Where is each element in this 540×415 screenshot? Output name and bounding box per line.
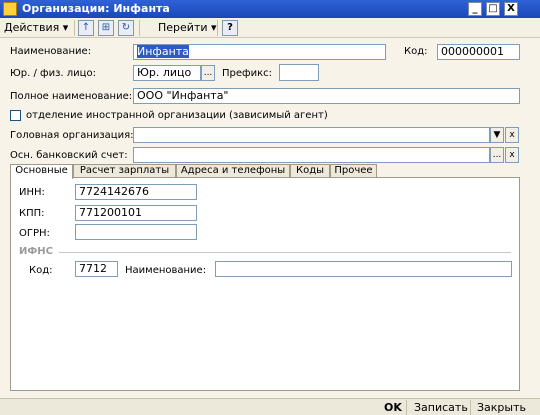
toolbar-divider (74, 20, 75, 36)
fullname-label: Полное наименование: (10, 91, 133, 102)
tab-addresses[interactable]: Адреса и телефоны (176, 164, 290, 178)
actions-menu[interactable]: Действия ▾ (4, 20, 68, 36)
close-window-button[interactable]: X (504, 2, 518, 16)
inn-label: ИНН: (19, 187, 45, 198)
entity-input[interactable]: Юр. лицо (133, 65, 201, 81)
close-button[interactable]: Закрыть (477, 400, 526, 415)
kpp-input[interactable]: 771200101 (75, 205, 197, 221)
ifns-code-input[interactable]: 7712 (75, 261, 118, 277)
kpp-label: КПП: (19, 208, 45, 219)
help-icon[interactable]: ? (222, 20, 238, 36)
toolbar-divider (139, 20, 140, 36)
code-input[interactable]: 000000001 (437, 44, 520, 60)
foreign-label: отделение иностранной организации (завис… (26, 110, 328, 121)
chevron-down-icon: ▾ (62, 21, 69, 34)
code-label: Код: (404, 46, 428, 57)
save-button[interactable]: Записать (414, 400, 468, 415)
goto-label: Перейти (158, 21, 208, 34)
refresh-icon[interactable]: ↻ (118, 20, 134, 36)
minimize-button[interactable]: _ (468, 2, 482, 16)
clear-icon[interactable]: x (505, 127, 519, 143)
name-input[interactable]: Инфанта (133, 44, 386, 60)
tab-strip: Основные Расчет зарплаты Адреса и телефо… (10, 164, 520, 179)
actions-label: Действия (4, 21, 60, 34)
chevron-down-icon: ▾ (211, 21, 217, 34)
inn-input[interactable]: 7724142676 (75, 184, 197, 200)
tab-main[interactable]: Основные (10, 164, 73, 179)
fullname-input[interactable]: ООО "Инфанта" (133, 88, 520, 104)
tab-payroll[interactable]: Расчет зарплаты (73, 164, 176, 178)
ifns-code-label: Код: (29, 265, 53, 276)
toolbar-divider (217, 20, 218, 36)
prefix-input[interactable] (279, 64, 319, 81)
maximize-button[interactable]: □ (486, 2, 500, 16)
name-value: Инфанта (137, 45, 189, 58)
app-icon (3, 2, 17, 16)
tab-other[interactable]: Прочее (330, 164, 377, 178)
goto-menu[interactable]: Перейти ▾ (158, 20, 217, 36)
ifns-divider (59, 252, 511, 253)
toolbar: Действия ▾ ↑ ⊞ ↻ Перейти ▾ ? (0, 18, 540, 38)
tab-codes[interactable]: Коды (290, 164, 330, 178)
tab-panel: ИНН: 7724142676 КПП: 771200101 ОГРН: ИФН… (10, 177, 520, 391)
window-title: Организации: Инфанта (22, 2, 170, 15)
parent-org-input[interactable] (133, 127, 490, 143)
ok-button[interactable]: OK (384, 400, 402, 415)
ogrn-label: ОГРН: (19, 228, 50, 239)
bank-account-input[interactable] (133, 147, 490, 163)
dropdown-arrow-icon[interactable]: ▼ (490, 127, 504, 143)
title-bar: Организации: Инфанта _ □ X (0, 0, 540, 18)
ifns-name-input[interactable] (215, 261, 512, 277)
foreign-checkbox[interactable] (10, 110, 21, 121)
command-divider (406, 400, 407, 415)
bank-account-label: Осн. банковский счет: (10, 150, 128, 161)
entity-label: Юр. / физ. лицо: (10, 68, 96, 79)
entity-select-button[interactable]: ... (201, 65, 215, 81)
command-bar: OK Записать Закрыть (0, 398, 540, 415)
ifns-section-header: ИФНС (19, 246, 53, 257)
command-divider (470, 400, 471, 415)
bank-select-button[interactable]: ... (490, 147, 504, 163)
prefix-label: Префикс: (222, 68, 272, 79)
ogrn-input[interactable] (75, 224, 197, 240)
parent-org-label: Головная организация: (10, 130, 134, 141)
structure-icon[interactable]: ⊞ (98, 20, 114, 36)
ifns-name-label: Наименование: (125, 265, 207, 276)
move-up-icon[interactable]: ↑ (78, 20, 94, 36)
clear-icon[interactable]: x (505, 147, 519, 163)
name-label: Наименование: (10, 46, 92, 57)
